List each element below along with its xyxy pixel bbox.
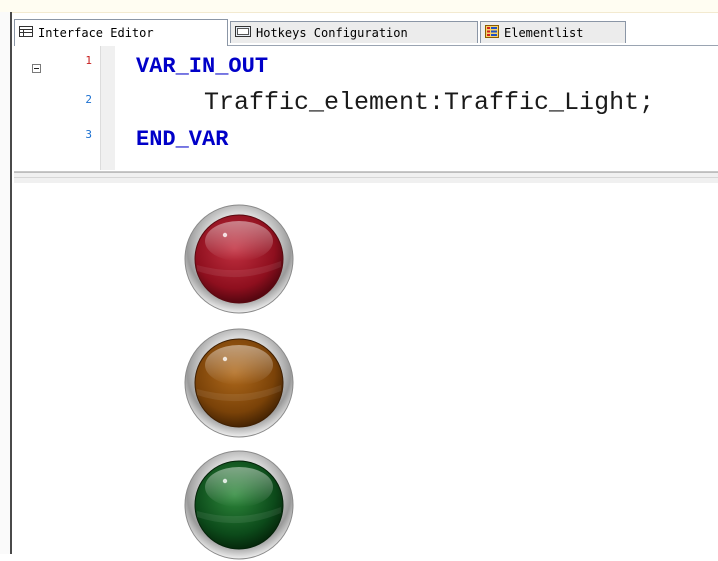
line-number: 3 [85, 128, 92, 141]
tab-label: Elementlist [504, 25, 584, 40]
window-top-strip [0, 0, 718, 13]
visualization-canvas [14, 183, 718, 560]
traffic-light-red [184, 204, 294, 314]
tab-label: Hotkeys Configuration [256, 25, 408, 40]
table-icon [19, 26, 33, 40]
code-line-declaration[interactable]: Traffic_element:Traffic_Light; [204, 90, 654, 116]
tab-hotkeys-configuration[interactable]: Hotkeys Configuration [230, 21, 478, 43]
tab-interface-editor[interactable]: Interface Editor [14, 19, 228, 46]
collapse-icon[interactable] [32, 64, 41, 73]
keyboard-icon [235, 25, 251, 40]
traffic-light-green [184, 450, 294, 560]
code-line-var-in-out[interactable]: VAR_IN_OUT [136, 54, 268, 80]
left-frame [0, 12, 12, 554]
tab-label: Interface Editor [38, 26, 154, 40]
tab-elementlist[interactable]: Elementlist [480, 21, 626, 43]
list-grid-icon [485, 24, 499, 41]
line-number: 1 [85, 54, 92, 67]
gutter-separator [100, 46, 115, 170]
code-line-end-var[interactable]: END_VAR [136, 127, 228, 153]
line-number: 2 [85, 93, 92, 106]
declaration-editor[interactable]: 1 2 3 VAR_IN_OUT Traffic_element:Traffic… [14, 46, 718, 172]
traffic-light-yellow [184, 328, 294, 438]
editor-tab-strip: Interface Editor Hotkeys Configuration E… [14, 15, 718, 46]
line-number-gutter: 1 2 3 [14, 46, 98, 170]
